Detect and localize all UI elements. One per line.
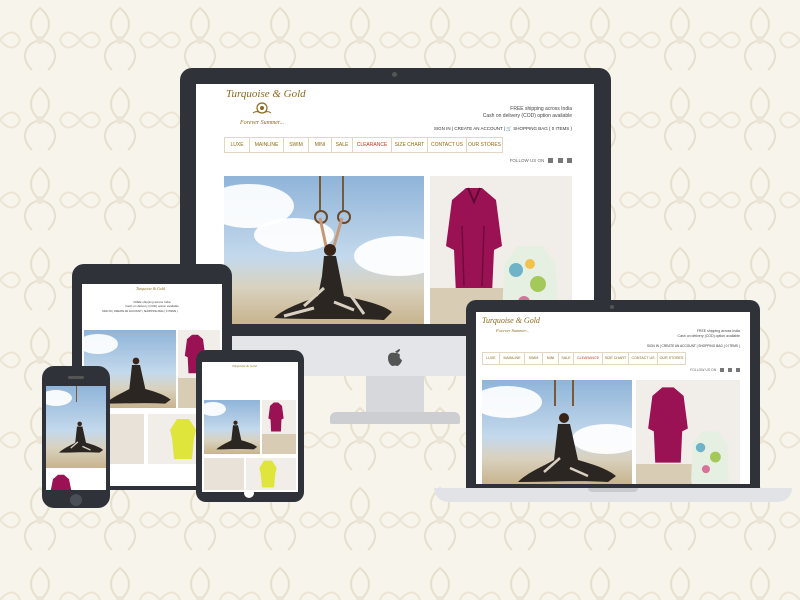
brand-logo[interactable]: Turquoise & Gold — [232, 364, 257, 368]
nav-clearance[interactable]: CLEARANCE — [353, 138, 392, 152]
follow-us: FOLLOW US ON — [690, 368, 740, 373]
product-panel[interactable] — [262, 400, 296, 454]
laptop-notch — [588, 488, 638, 492]
magenta-dress — [268, 402, 284, 432]
shipping-text: FREE shipping across India — [510, 106, 572, 112]
mini-tablet-screen: Turquoise & Gold — [202, 362, 298, 492]
imac-stand-foot — [330, 412, 460, 424]
magenta-dress — [446, 187, 502, 294]
floral-dress — [691, 431, 729, 483]
follow-us-label: FOLLOW US ON — [690, 368, 717, 372]
nav-contact-us[interactable]: CONTACT US — [629, 353, 658, 364]
yellow-dress — [259, 460, 277, 488]
cod-text: Cash on delivery (COD) option available — [482, 113, 572, 119]
account-bar: SIGN IN | CREATE AN ACCOUNT | SHOPPING B… — [102, 310, 178, 313]
facebook-icon[interactable] — [548, 158, 554, 164]
nav-swim[interactable]: SWIM — [525, 353, 543, 364]
cod-text: Cash on delivery (COD) option available — [125, 304, 179, 308]
yellow-dress — [170, 419, 196, 459]
account-bar: SIGN IN | CREATE AN ACCOUNT | SHOPPING B… — [647, 344, 740, 348]
promo-block — [262, 434, 296, 454]
swing-rope — [319, 176, 321, 212]
create-account-link[interactable]: CREATE AN ACCOUNT — [662, 344, 696, 348]
youtube-icon[interactable] — [736, 368, 740, 373]
nav-mini[interactable]: MINI — [543, 353, 559, 364]
nav-our-stores[interactable]: OUR STORES — [658, 353, 686, 364]
twitter-icon[interactable] — [728, 368, 733, 373]
shopping-bag-link[interactable]: SHOPPING BAG ( 0 ITEMS ) — [144, 310, 178, 313]
nav-mainline[interactable]: MAINLINE — [500, 353, 525, 364]
main-nav: LUXE MAINLINE SWIM MINI SALE CLEARANCE S… — [224, 137, 503, 153]
cart-icon: 🛒 — [506, 126, 512, 131]
follow-us-label: FOLLOW US ON — [509, 158, 545, 163]
swing-rope — [342, 176, 344, 212]
model-figure — [59, 421, 104, 453]
laptop-camera — [610, 305, 614, 309]
part-promo[interactable] — [204, 458, 244, 490]
follow-us: FOLLOW US ON — [509, 158, 572, 164]
youtube-icon[interactable] — [567, 158, 572, 164]
shipping-info: FREE shipping across India Cash on deliv… — [82, 300, 222, 308]
hero-banner-photo[interactable] — [482, 380, 632, 484]
apple-logo-icon — [388, 349, 402, 366]
account-bar: SIGN IN | CREATE AN ACCOUNT | 🛒 SHOPPING… — [434, 126, 572, 132]
brand-tagline: Forever Summer... — [240, 120, 285, 126]
nav-contact-us[interactable]: CONTACT US — [428, 138, 467, 152]
twitter-icon[interactable] — [557, 158, 563, 164]
nav-clearance[interactable]: CLEARANCE — [574, 353, 603, 364]
nav-our-stores[interactable]: OUR STORES — [467, 138, 503, 152]
imac-stand-neck — [366, 376, 424, 414]
shopping-bag-link[interactable]: SHOPPING BAG ( 0 ITEMS ) — [698, 344, 740, 348]
sign-in-link[interactable]: SIGN IN — [102, 310, 112, 313]
cod-text: Cash on delivery (COD) option available — [677, 334, 740, 338]
brand-logo[interactable]: Turquoise & Gold — [136, 286, 165, 291]
nav-luxe[interactable]: LUXE — [482, 353, 500, 364]
nav-mini[interactable]: MINI — [309, 138, 332, 152]
hero-banner-photo[interactable] — [46, 386, 106, 468]
swing-rope — [572, 380, 574, 406]
imac-camera — [392, 72, 397, 77]
nav-mainline[interactable]: MAINLINE — [250, 138, 284, 152]
swing-rope — [76, 386, 77, 402]
product-panel[interactable] — [636, 380, 740, 484]
create-account-link[interactable]: CREATE AN ACCOUNT — [454, 126, 502, 131]
model-figure — [216, 420, 258, 450]
phone-home-button[interactable] — [70, 494, 82, 506]
phone-speaker — [68, 376, 84, 379]
phone-screen — [46, 386, 106, 490]
nav-swim[interactable]: SWIM — [284, 138, 309, 152]
rose-emblem-icon — [252, 102, 272, 114]
shipping-info: FREE shipping across India Cash on deliv… — [678, 329, 740, 339]
brand-logo[interactable]: Turquoise & Gold — [226, 88, 306, 100]
magenta-dress — [648, 387, 688, 463]
hero-banner-photo[interactable] — [204, 400, 260, 454]
model-figure — [274, 217, 392, 320]
nav-sale[interactable]: SALE — [332, 138, 353, 152]
main-nav: LUXE MAINLINE SWIM MINI SALE CLEARANCE S… — [482, 352, 686, 365]
sign-in-link[interactable]: SIGN IN — [434, 126, 451, 131]
magenta-dress — [50, 474, 72, 490]
imac-screen: Turquoise & Gold Forever Summer... FREE … — [196, 84, 594, 324]
facebook-icon[interactable] — [720, 368, 725, 373]
brand-logo[interactable]: Turquoise & Gold — [482, 316, 540, 325]
hero-banner-photo[interactable] — [224, 176, 424, 324]
model-figure — [518, 413, 616, 482]
brand-tagline: Forever Summer... — [496, 328, 530, 333]
sign-in-link[interactable]: SIGN IN — [647, 344, 659, 348]
yellow-dress-panel[interactable] — [246, 458, 296, 490]
shopping-bag-link[interactable]: SHOPPING BAG ( 0 ITEMS ) — [513, 126, 572, 131]
swing-rope — [554, 380, 556, 406]
nav-luxe[interactable]: LUXE — [224, 138, 250, 152]
nav-sale[interactable]: SALE — [559, 353, 574, 364]
create-account-link[interactable]: CREATE AN ACCOUNT — [114, 310, 142, 313]
laptop-screen: Turquoise & Gold Forever Summer... FREE … — [476, 312, 750, 484]
promo-block — [636, 464, 692, 484]
shipping-info: FREE shipping across India Cash on deliv… — [483, 106, 572, 120]
nav-size-chart[interactable]: SIZE CHART — [392, 138, 428, 152]
nav-size-chart[interactable]: SIZE CHART — [603, 353, 629, 364]
